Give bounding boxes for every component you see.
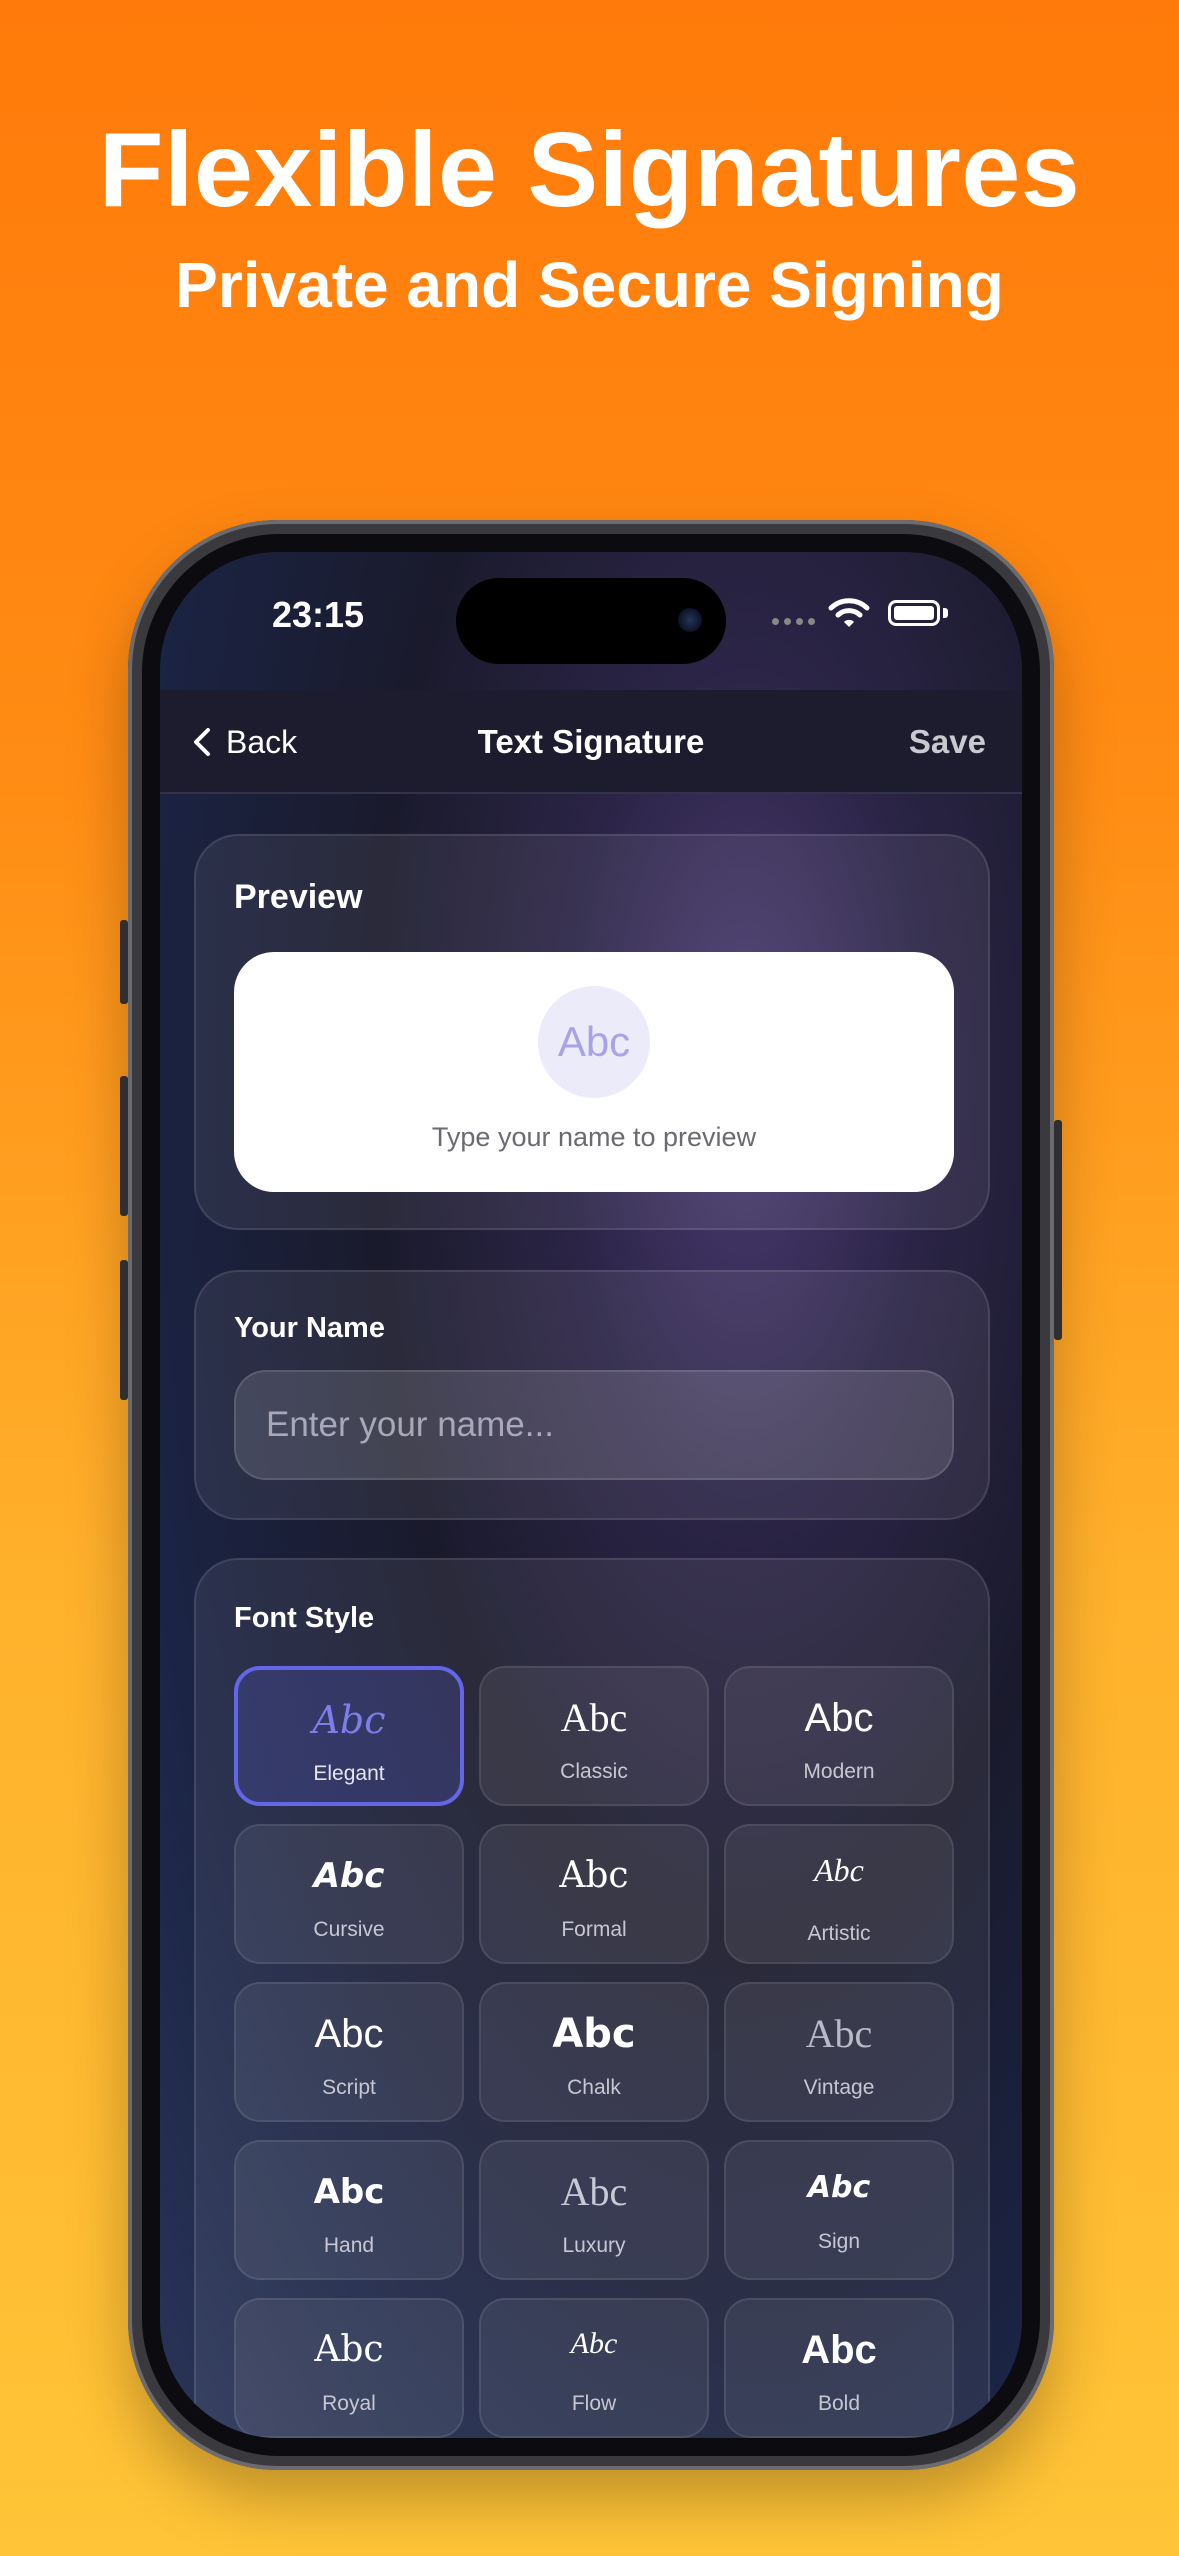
font-sample: Abc — [560, 1695, 628, 1740]
font-style-section-title: Font Style — [234, 1602, 375, 1634]
font-name: Luxury — [562, 2234, 626, 2257]
font-name: Bold — [817, 2392, 861, 2415]
font-sample: Abc — [805, 2011, 873, 2056]
font-option-classic[interactable]: Abc Classic — [479, 1666, 709, 1806]
font-option-sign[interactable]: Abc Sign — [724, 2140, 954, 2280]
font-sample: Abc — [314, 2012, 384, 2056]
font-name: Classic — [560, 1760, 628, 1783]
font-option-bold[interactable]: Abc Bold — [724, 2298, 954, 2438]
font-name: Sign — [817, 2230, 861, 2253]
preview-hint: Type your name to preview — [431, 1122, 757, 1152]
font-name: Formal — [561, 1918, 627, 1941]
name-section-title: Your Name — [234, 1312, 385, 1344]
font-name: Royal — [322, 2392, 376, 2415]
battery-cap — [943, 608, 948, 618]
camera-lens — [678, 608, 702, 632]
font-name: Artistic — [807, 1922, 871, 1945]
phone-frame: 23:15 Back Text Signature Save Preview A… — [120, 520, 1062, 2470]
font-sample: Abc — [313, 1856, 385, 1896]
font-option-formal[interactable]: Abc Formal — [479, 1824, 709, 1964]
font-option-vintage[interactable]: Abc Vintage — [724, 1982, 954, 2122]
name-input[interactable] — [234, 1370, 954, 1480]
font-option-modern[interactable]: Abc Modern — [724, 1666, 954, 1806]
font-sample: Abc — [570, 2327, 618, 2360]
navigation-bar: Back Text Signature Save — [160, 690, 1022, 794]
preview-sample-circle: Abc — [538, 986, 650, 1098]
font-option-hand[interactable]: Abc Hand — [234, 2140, 464, 2280]
name-card: Your Name — [194, 1270, 990, 1520]
dynamic-island — [456, 578, 726, 664]
font-option-elegant[interactable]: Abc Elegant — [234, 1666, 464, 1806]
signature-preview: Abc Type your name to preview — [234, 952, 954, 1192]
font-sample: Abc — [560, 2169, 628, 2214]
font-option-luxury[interactable]: Abc Luxury — [479, 2140, 709, 2280]
font-name: Cursive — [313, 1918, 385, 1941]
font-sample: Abc — [313, 2172, 385, 2212]
font-name: Chalk — [567, 2076, 621, 2099]
font-name: Vintage — [803, 2076, 875, 2099]
app-screen: 23:15 Back Text Signature Save Preview A… — [160, 552, 1022, 2438]
preview-card: Preview Abc Type your name to preview — [194, 834, 990, 1230]
font-name: Hand — [323, 2234, 375, 2257]
font-sample: Abc — [312, 1698, 386, 1742]
power-button — [1054, 1120, 1062, 1340]
promo-headline: Flexible Signatures — [98, 111, 1081, 229]
font-option-script[interactable]: Abc Script — [234, 1982, 464, 2122]
font-option-royal[interactable]: Abc Royal — [234, 2298, 464, 2438]
volume-down-button — [120, 1260, 128, 1400]
font-style-card: Font Style Abc Elegant Abc Classic Abc M… — [194, 1558, 990, 2438]
font-option-flow[interactable]: Abc Flow — [479, 2298, 709, 2438]
font-sample: Abc — [814, 1852, 864, 1888]
status-time: 23:15 — [272, 594, 365, 635]
wifi-icon — [828, 598, 870, 627]
volume-up-button — [120, 1076, 128, 1216]
font-sample: Abc — [801, 2328, 877, 2372]
font-option-cursive[interactable]: Abc Cursive — [234, 1824, 464, 1964]
promo-subheadline: Private and Secure Signing — [175, 249, 1004, 321]
font-name: Elegant — [313, 1762, 385, 1785]
font-sample: Abc — [314, 2329, 384, 2370]
font-name: Flow — [571, 2392, 617, 2415]
preview-section-title: Preview — [234, 878, 363, 916]
save-button[interactable]: Save — [909, 690, 986, 794]
font-sample: Abc — [559, 1855, 629, 1896]
font-option-artistic[interactable]: Abc Artistic — [724, 1824, 954, 1964]
action-button — [120, 920, 128, 1004]
font-name: Script — [322, 2076, 376, 2099]
battery-icon — [888, 600, 940, 626]
font-sample: Abc — [552, 2011, 636, 2057]
font-sample: Abc — [804, 1696, 874, 1740]
page-title: Text Signature — [477, 723, 705, 760]
font-name: Modern — [803, 1760, 875, 1783]
font-sample: Abc — [807, 2170, 871, 2205]
font-option-chalk[interactable]: Abc Chalk — [479, 1982, 709, 2122]
cellular-signal-icon — [772, 618, 815, 625]
